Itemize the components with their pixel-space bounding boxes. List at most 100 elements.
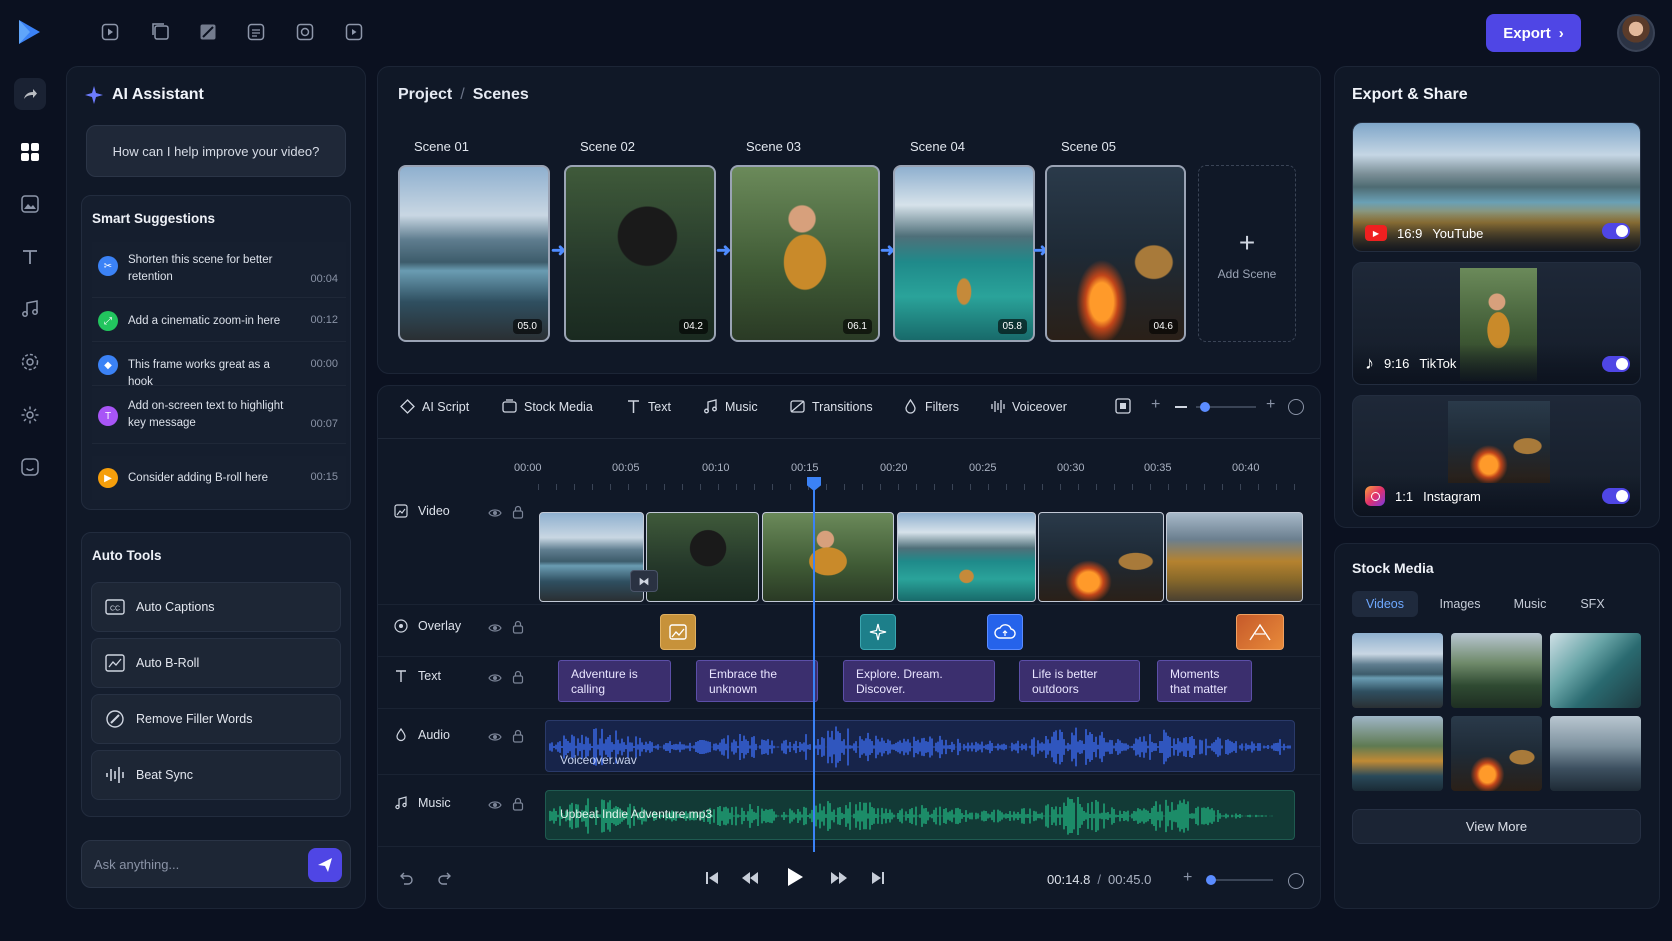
fit-screen-icon[interactable] [1115, 398, 1133, 416]
text-clip[interactable]: Embrace the unknown [696, 660, 818, 702]
tiktok-toggle[interactable] [1602, 356, 1630, 372]
visibility-eye-icon[interactable] [488, 671, 502, 685]
visibility-eye-icon[interactable] [488, 798, 502, 812]
redo-icon[interactable] [436, 869, 454, 887]
skip-end-icon[interactable] [869, 869, 887, 887]
dashboard-grid-icon[interactable] [14, 136, 46, 168]
add-scene-button[interactable]: + Add Scene [1198, 165, 1296, 342]
transition-icon[interactable]: ⧓ [630, 570, 658, 592]
toolbar-music[interactable]: Music [703, 399, 758, 414]
video-clip[interactable] [897, 512, 1036, 602]
skip-start-icon[interactable] [703, 869, 721, 887]
scene-thumbnail[interactable]: 06.1 [730, 165, 880, 342]
play-button[interactable] [785, 867, 805, 887]
lock-icon[interactable] [511, 620, 525, 634]
toolbar-transitions[interactable]: Transitions [790, 399, 873, 414]
view-more-button[interactable]: View More [1352, 809, 1641, 844]
lock-icon[interactable] [511, 797, 525, 811]
undo-icon[interactable] [397, 869, 415, 887]
scene-thumbnail[interactable]: 04.2 [564, 165, 716, 342]
tiktok-export-card[interactable]: ♪ 9:16 TikTok [1352, 262, 1641, 385]
edit-image-icon[interactable] [198, 22, 218, 42]
overlay-cloud-icon[interactable] [987, 614, 1023, 650]
export-button[interactable]: Export › [1486, 14, 1581, 52]
overlay-sparkle-icon[interactable] [860, 614, 896, 650]
text-clip[interactable]: Adventure is calling [558, 660, 671, 702]
visibility-eye-icon[interactable] [488, 730, 502, 744]
overlay-sticker-icon[interactable] [1236, 614, 1284, 650]
text-clip[interactable]: Explore. Dream. Discover. [843, 660, 995, 702]
toolbar-filters[interactable]: Filters [903, 399, 959, 414]
visibility-eye-icon[interactable] [488, 621, 502, 635]
zoom-slider-knob[interactable] [1200, 402, 1210, 412]
lock-icon[interactable] [511, 670, 525, 684]
audio-clip[interactable]: Voiceover.wav [545, 720, 1295, 772]
zoom-fit-icon[interactable] [1288, 399, 1304, 415]
breadcrumb-project[interactable]: Project [398, 86, 452, 104]
youtube-toggle[interactable] [1602, 223, 1630, 239]
video-clip[interactable] [646, 512, 759, 602]
stock-thumbnail[interactable] [1451, 716, 1542, 791]
effects-icon[interactable] [14, 346, 46, 378]
stock-thumbnail[interactable] [1451, 633, 1542, 708]
toolbar-ai-script[interactable]: AI Script [400, 399, 469, 414]
zoom-plus-icon[interactable]: + [1183, 869, 1192, 887]
youtube-export-card[interactable]: ▶ 16:9 YouTube [1352, 122, 1641, 252]
stock-thumbnail[interactable] [1550, 716, 1641, 791]
lock-icon[interactable] [511, 505, 525, 519]
tab-images[interactable]: Images [1428, 591, 1492, 617]
send-button[interactable] [308, 848, 342, 882]
zoom-in-icon[interactable]: + [1266, 396, 1275, 414]
zoom-out-icon[interactable] [1175, 406, 1187, 408]
stock-thumbnail[interactable] [1352, 633, 1443, 708]
video-clip[interactable] [1038, 512, 1164, 602]
assistant-prompt-bubble[interactable]: How can I help improve your video? [86, 125, 346, 177]
toolbar-voiceover[interactable]: Voiceover [990, 399, 1067, 414]
tab-sfx[interactable]: SFX [1565, 591, 1620, 617]
zoom-slider[interactable] [1196, 402, 1256, 412]
video-clip[interactable] [539, 512, 644, 602]
video-clip[interactable] [1166, 512, 1303, 602]
timeline-zoom-slider[interactable] [1206, 875, 1273, 885]
music-note-icon[interactable] [14, 293, 46, 325]
auto-captions-button[interactable]: CC Auto Captions [91, 582, 341, 632]
media-library-icon[interactable] [151, 22, 171, 42]
lock-icon[interactable] [511, 729, 525, 743]
settings-gear-icon[interactable] [14, 399, 46, 431]
fast-forward-icon[interactable] [830, 869, 848, 887]
auto-broll-button[interactable]: Auto B-Roll [91, 638, 341, 688]
suggestion-item[interactable]: ⤢ Add a cinematic zoom-in here 00:12 [92, 300, 346, 342]
stock-thumbnail[interactable] [1352, 716, 1443, 791]
text-clip[interactable]: Moments that matter [1157, 660, 1252, 702]
app-logo-icon[interactable] [16, 18, 42, 46]
scene-thumbnail[interactable]: 04.6 [1045, 165, 1186, 342]
instagram-toggle[interactable] [1602, 488, 1630, 504]
suggestion-item[interactable]: ◆ This frame works great as a hook 00:00 [92, 344, 346, 388]
tab-videos[interactable]: Videos [1352, 591, 1418, 617]
suggestion-item[interactable]: ✂ Shorten this scene for better retentio… [92, 242, 346, 298]
subtitles-icon[interactable] [246, 22, 266, 42]
text-clip[interactable]: Life is better outdoors [1019, 660, 1140, 702]
beat-sync-button[interactable]: Beat Sync [91, 750, 341, 800]
ask-input[interactable] [94, 841, 294, 887]
preview-icon[interactable] [344, 22, 364, 42]
playhead[interactable] [813, 480, 815, 852]
avatar[interactable] [1617, 14, 1655, 52]
visibility-eye-icon[interactable] [488, 506, 502, 520]
music-clip[interactable]: Upbeat Indie Adventure.mp3 [545, 790, 1295, 840]
zoom-reset-icon[interactable] [1288, 873, 1304, 889]
rewind-icon[interactable] [741, 869, 759, 887]
tab-music[interactable]: Music [1500, 591, 1560, 617]
add-track-icon[interactable]: + [1151, 396, 1160, 414]
text-tool-icon[interactable] [14, 241, 46, 273]
instagram-export-card[interactable]: 1:1 Instagram [1352, 395, 1641, 517]
stock-thumbnail[interactable] [1550, 633, 1641, 708]
record-icon[interactable] [295, 22, 315, 42]
suggestion-item[interactable]: T Add on-screen text to highlight key me… [92, 388, 346, 444]
toolbar-text[interactable]: Text [626, 399, 671, 414]
toolbar-stock-media[interactable]: Stock Media [502, 399, 593, 414]
scene-thumbnail[interactable]: 05.0 [398, 165, 550, 342]
image-icon[interactable] [14, 188, 46, 220]
remove-filler-words-button[interactable]: Remove Filler Words [91, 694, 341, 744]
sticker-icon[interactable] [14, 451, 46, 483]
